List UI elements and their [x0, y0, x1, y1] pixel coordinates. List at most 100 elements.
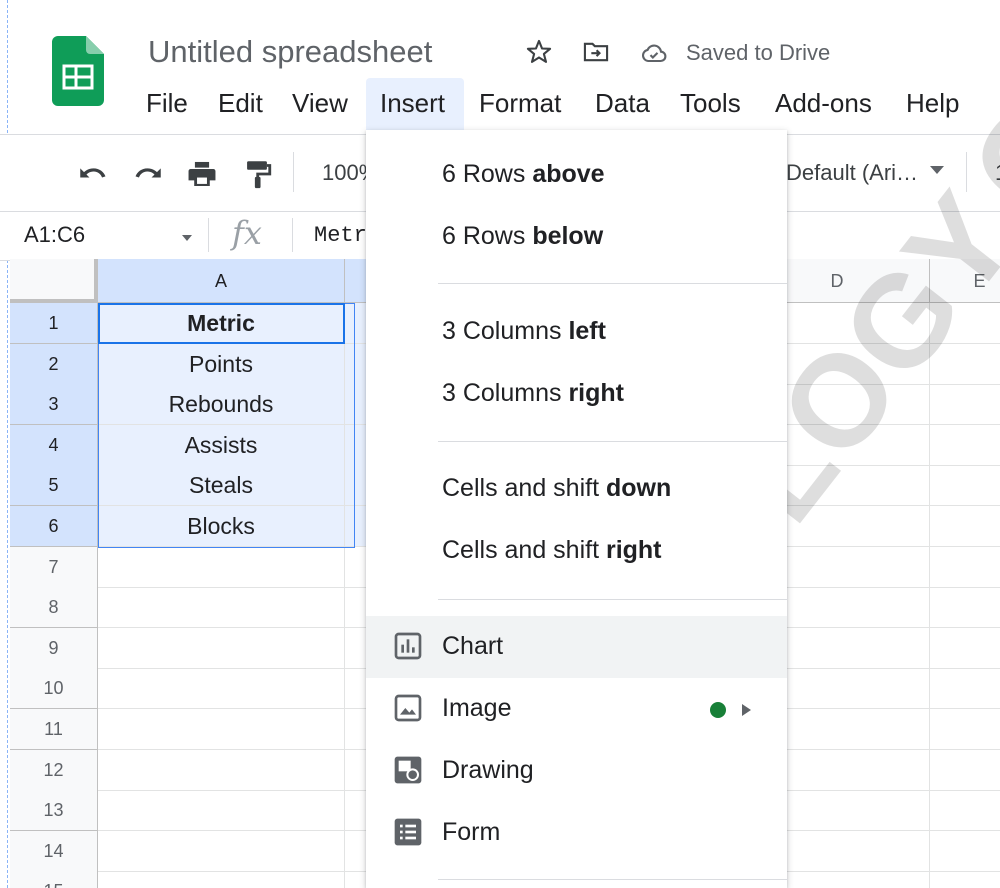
cell[interactable]: [930, 628, 1000, 669]
cell[interactable]: [930, 668, 1000, 710]
insert-rows-below[interactable]: 6 Rows below: [366, 206, 787, 268]
cell[interactable]: [930, 465, 1000, 507]
cell[interactable]: [98, 546, 345, 588]
cell[interactable]: [98, 830, 345, 872]
menu-item-label: Cells and shift: [442, 536, 606, 564]
cell[interactable]: [930, 587, 1000, 629]
name-box[interactable]: A1:C6: [24, 222, 85, 248]
form-icon: [394, 818, 422, 846]
menu-data[interactable]: Data: [591, 88, 654, 119]
insert-columns-left[interactable]: 3 Columns left: [366, 301, 787, 363]
insert-image[interactable]: Image: [366, 678, 787, 740]
cell[interactable]: [98, 709, 345, 750]
font-family-select[interactable]: Default (Ari…: [786, 160, 918, 186]
insert-drawing[interactable]: Drawing: [366, 740, 787, 802]
print-icon[interactable]: [185, 157, 219, 191]
cell[interactable]: [930, 750, 1000, 791]
row-header[interactable]: 13: [10, 790, 98, 832]
cell[interactable]: Steals: [98, 465, 345, 507]
cell[interactable]: [930, 303, 1000, 344]
menu-insert[interactable]: Insert: [376, 88, 449, 119]
insert-dropdown-menu: 6 Rows above 6 Rows below 3 Columns left…: [366, 130, 787, 888]
cell[interactable]: [98, 668, 345, 710]
cloud-check-icon[interactable]: [640, 40, 668, 68]
insert-chart[interactable]: Chart: [366, 616, 787, 678]
cell[interactable]: Points: [98, 343, 345, 385]
row-header[interactable]: 9: [10, 627, 98, 669]
new-feature-dot: [710, 702, 726, 718]
cell[interactable]: Assists: [98, 424, 345, 466]
menu-item-bold: below: [532, 222, 604, 250]
row-header[interactable]: 10: [10, 668, 98, 710]
document-title[interactable]: Untitled spreadsheet: [148, 34, 432, 70]
cell[interactable]: [930, 425, 1000, 466]
row-header[interactable]: 7: [10, 546, 98, 588]
name-box-chevron-icon[interactable]: [182, 235, 192, 241]
cell[interactable]: Rebounds: [98, 384, 345, 426]
row-header[interactable]: 3: [10, 384, 98, 426]
cell[interactable]: [930, 871, 1000, 888]
insert-cells-shift-right[interactable]: Cells and shift right: [366, 520, 787, 582]
cell[interactable]: [930, 384, 1000, 426]
cell[interactable]: [930, 344, 1000, 385]
column-header-e[interactable]: E: [930, 259, 1000, 303]
row-header[interactable]: 15: [10, 871, 98, 888]
cell[interactable]: [98, 871, 345, 888]
column-header-a[interactable]: A: [98, 259, 345, 303]
cell[interactable]: [930, 709, 1000, 750]
menu-item-bold: right: [605, 536, 662, 564]
undo-icon[interactable]: [76, 157, 110, 191]
star-icon[interactable]: [525, 38, 553, 66]
menu-file[interactable]: File: [142, 88, 192, 119]
menu-separator: [438, 283, 787, 284]
menu-item-bold: down: [605, 474, 672, 502]
cell[interactable]: [98, 627, 345, 669]
menu-item-bold: above: [532, 160, 605, 188]
insert-cells-shift-down[interactable]: Cells and shift down: [366, 458, 787, 520]
cell[interactable]: [930, 547, 1000, 588]
insert-columns-right[interactable]: 3 Columns right: [366, 363, 787, 425]
row-header[interactable]: 5: [10, 465, 98, 507]
sheets-logo-icon[interactable]: [52, 36, 104, 106]
select-all-corner[interactable]: [10, 259, 98, 303]
menu-item-label: 6 Rows: [442, 222, 533, 250]
insert-form[interactable]: Form: [366, 802, 787, 864]
menu-format[interactable]: Format: [475, 88, 565, 119]
row-header[interactable]: 4: [10, 424, 98, 466]
menu-separator: [438, 879, 787, 880]
cell[interactable]: Metric: [98, 303, 345, 344]
move-folder-icon[interactable]: [582, 38, 610, 66]
submenu-arrow-icon: [742, 704, 751, 716]
menu-addons[interactable]: Add-ons: [771, 88, 876, 119]
menu-view[interactable]: View: [288, 88, 352, 119]
cell[interactable]: Blocks: [98, 506, 345, 547]
toolbar-separator: [966, 152, 967, 192]
row-header[interactable]: 14: [10, 830, 98, 872]
row-header[interactable]: 8: [10, 587, 98, 629]
chart-icon: [394, 632, 422, 660]
row-header[interactable]: 2: [10, 343, 98, 385]
font-size-select[interactable]: 1: [995, 160, 1000, 186]
cell[interactable]: [930, 790, 1000, 832]
formula-input[interactable]: Metr: [314, 223, 367, 248]
insert-rows-above[interactable]: 6 Rows above: [366, 144, 787, 206]
menu-item-label: 6 Rows: [442, 160, 533, 188]
cell[interactable]: [98, 790, 345, 832]
cell[interactable]: [930, 506, 1000, 547]
chevron-down-icon[interactable]: [930, 166, 944, 174]
row-header[interactable]: 6: [10, 506, 98, 547]
drawing-icon: [394, 756, 422, 784]
redo-icon[interactable]: [131, 157, 165, 191]
menu-separator: [438, 441, 787, 442]
formula-separator: [292, 218, 293, 252]
menu-edit[interactable]: Edit: [214, 88, 267, 119]
cell[interactable]: [98, 587, 345, 629]
cell[interactable]: [98, 749, 345, 791]
row-header[interactable]: 11: [10, 709, 98, 750]
menu-help[interactable]: Help: [902, 88, 963, 119]
row-header[interactable]: 1: [10, 303, 98, 344]
cell[interactable]: [930, 831, 1000, 872]
row-header[interactable]: 12: [10, 749, 98, 791]
paint-format-icon[interactable]: [240, 157, 274, 191]
menu-tools[interactable]: Tools: [676, 88, 745, 119]
